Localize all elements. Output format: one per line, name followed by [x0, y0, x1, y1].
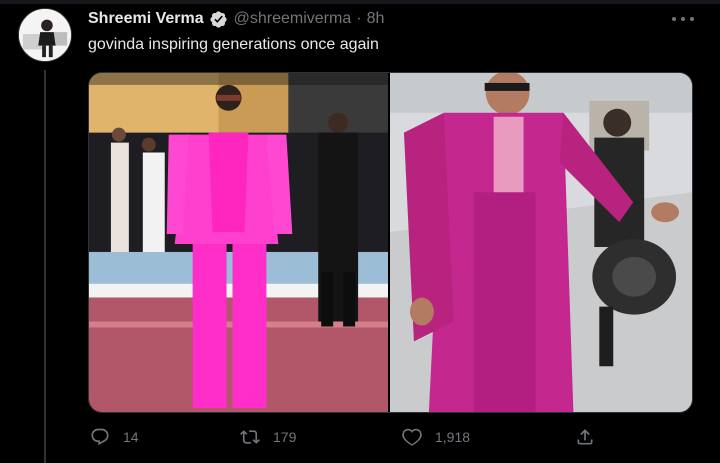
- reply-icon: [91, 428, 109, 446]
- share-button[interactable]: [575, 427, 608, 447]
- reply-count: 14: [123, 429, 139, 445]
- heart-icon: [402, 428, 422, 446]
- reply-button[interactable]: 14: [90, 427, 139, 447]
- share-icon: [577, 429, 593, 445]
- retweet-icon: [240, 430, 260, 444]
- retweet-button[interactable]: 179: [240, 427, 296, 447]
- media-grid: [88, 72, 693, 413]
- verified-badge-icon: [209, 10, 228, 29]
- media-photo-left[interactable]: [89, 73, 388, 412]
- more-dot: [690, 17, 694, 21]
- outdoor-magenta-suit-photo: [390, 73, 692, 412]
- author-name[interactable]: Shreemi Verma: [88, 10, 204, 28]
- separator-dot: ·: [356, 10, 362, 27]
- avatar[interactable]: [18, 8, 72, 62]
- tweet-timestamp[interactable]: 8h: [367, 10, 385, 28]
- avatar-image: [19, 9, 71, 61]
- retweet-count: 179: [273, 429, 297, 445]
- previous-tweet-edge: [0, 0, 720, 4]
- tweet-header: Shreemi Verma @shreemiverma · 8h: [88, 9, 384, 29]
- red-carpet-photo: [89, 73, 388, 412]
- tweet-text: govinda inspiring generations once again: [88, 36, 379, 53]
- more-icon[interactable]: [672, 10, 694, 28]
- tweet-actions: 14 179 1,918: [88, 427, 608, 451]
- like-button[interactable]: 1,918: [402, 427, 470, 447]
- author-handle[interactable]: @shreemiverma: [234, 10, 352, 28]
- more-dot: [681, 17, 685, 21]
- more-dot: [672, 17, 676, 21]
- media-photo-right[interactable]: [390, 73, 692, 412]
- like-count: 1,918: [435, 429, 471, 445]
- thread-connector-line: [44, 70, 46, 463]
